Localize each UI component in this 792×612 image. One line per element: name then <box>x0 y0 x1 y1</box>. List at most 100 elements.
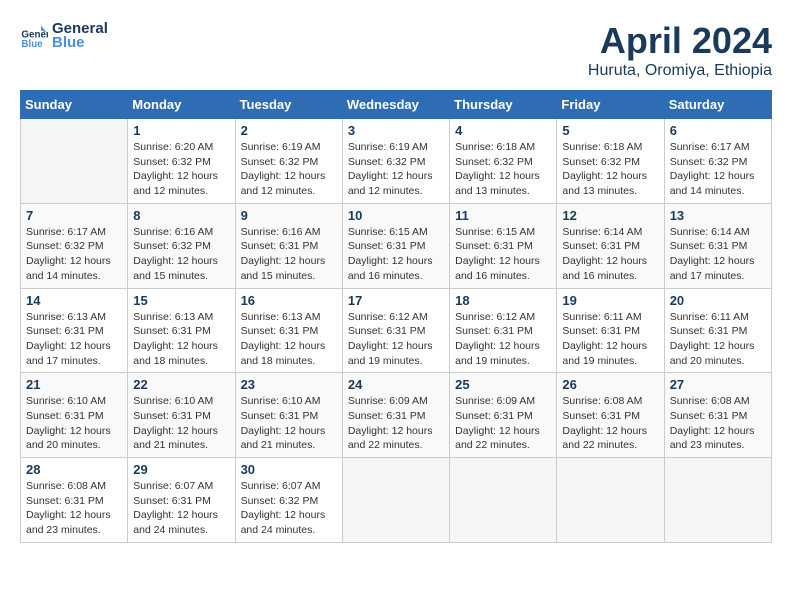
calendar-cell: 29 Sunrise: 6:07 AM Sunset: 6:31 PM Dayli… <box>128 458 235 543</box>
calendar-cell: 26 Sunrise: 6:08 AM Sunset: 6:31 PM Dayli… <box>557 373 664 458</box>
day-info: Sunrise: 6:17 AM Sunset: 6:32 PM Dayligh… <box>670 140 766 199</box>
calendar-cell <box>342 458 449 543</box>
day-number: 18 <box>455 293 551 308</box>
title-block: April 2024 Huruta, Oromiya, Ethiopia <box>588 20 772 80</box>
calendar-cell: 16 Sunrise: 6:13 AM Sunset: 6:31 PM Dayli… <box>235 288 342 373</box>
calendar-cell: 9Sunrise: 6:16 AM Sunset: 6:31 PM Daylig… <box>235 203 342 288</box>
day-info: Sunrise: 6:13 AM Sunset: 6:31 PM Dayligh… <box>26 310 122 369</box>
day-info: Sunrise: 6:13 AM Sunset: 6:31 PM Dayligh… <box>241 310 337 369</box>
calendar-cell: 17 Sunrise: 6:12 AM Sunset: 6:31 PM Dayli… <box>342 288 449 373</box>
day-number: 17 <box>348 293 444 308</box>
calendar-cell: 19 Sunrise: 6:11 AM Sunset: 6:31 PM Dayli… <box>557 288 664 373</box>
calendar-cell <box>664 458 771 543</box>
day-info: Sunrise: 6:10 AM Sunset: 6:31 PM Dayligh… <box>241 394 337 453</box>
day-info: Sunrise: 6:18 AM Sunset: 6:32 PM Dayligh… <box>455 140 551 199</box>
day-info: Sunrise: 6:14 AM Sunset: 6:31 PM Dayligh… <box>562 225 658 284</box>
logo-icon: General Blue <box>20 22 48 50</box>
day-number: 5 <box>562 123 658 138</box>
day-number: 1 <box>133 123 229 138</box>
calendar-week-3: 14 Sunrise: 6:13 AM Sunset: 6:31 PM Dayli… <box>21 288 772 373</box>
calendar-cell: 23 Sunrise: 6:10 AM Sunset: 6:31 PM Dayli… <box>235 373 342 458</box>
calendar-cell: 7Sunrise: 6:17 AM Sunset: 6:32 PM Daylig… <box>21 203 128 288</box>
day-info: Sunrise: 6:20 AM Sunset: 6:32 PM Dayligh… <box>133 140 229 199</box>
day-info: Sunrise: 6:07 AM Sunset: 6:31 PM Dayligh… <box>133 479 229 538</box>
day-number: 20 <box>670 293 766 308</box>
day-info: Sunrise: 6:19 AM Sunset: 6:32 PM Dayligh… <box>348 140 444 199</box>
calendar-cell: 2Sunrise: 6:19 AM Sunset: 6:32 PM Daylig… <box>235 119 342 204</box>
day-number: 14 <box>26 293 122 308</box>
day-number: 25 <box>455 377 551 392</box>
calendar-cell: 22Sunrise: 6:10 AM Sunset: 6:31 PM Dayli… <box>128 373 235 458</box>
day-number: 27 <box>670 377 766 392</box>
calendar-week-1: 1 Sunrise: 6:20 AM Sunset: 6:32 PM Daylig… <box>21 119 772 204</box>
day-number: 13 <box>670 208 766 223</box>
day-info: Sunrise: 6:15 AM Sunset: 6:31 PM Dayligh… <box>348 225 444 284</box>
calendar-cell: 1 Sunrise: 6:20 AM Sunset: 6:32 PM Daylig… <box>128 119 235 204</box>
day-number: 23 <box>241 377 337 392</box>
calendar-cell: 21 Sunrise: 6:10 AM Sunset: 6:31 PM Dayli… <box>21 373 128 458</box>
calendar-cell: 3 Sunrise: 6:19 AM Sunset: 6:32 PM Daylig… <box>342 119 449 204</box>
day-info: Sunrise: 6:09 AM Sunset: 6:31 PM Dayligh… <box>455 394 551 453</box>
weekday-header-thursday: Thursday <box>450 91 557 119</box>
day-info: Sunrise: 6:13 AM Sunset: 6:31 PM Dayligh… <box>133 310 229 369</box>
calendar-cell: 28 Sunrise: 6:08 AM Sunset: 6:31 PM Dayli… <box>21 458 128 543</box>
day-number: 21 <box>26 377 122 392</box>
day-info: Sunrise: 6:11 AM Sunset: 6:31 PM Dayligh… <box>670 310 766 369</box>
day-info: Sunrise: 6:12 AM Sunset: 6:31 PM Dayligh… <box>455 310 551 369</box>
day-number: 8 <box>133 208 229 223</box>
calendar-cell: 5 Sunrise: 6:18 AM Sunset: 6:32 PM Daylig… <box>557 119 664 204</box>
weekday-header-sunday: Sunday <box>21 91 128 119</box>
calendar-cell: 4Sunrise: 6:18 AM Sunset: 6:32 PM Daylig… <box>450 119 557 204</box>
calendar-cell: 12 Sunrise: 6:14 AM Sunset: 6:31 PM Dayli… <box>557 203 664 288</box>
day-info: Sunrise: 6:07 AM Sunset: 6:32 PM Dayligh… <box>241 479 337 538</box>
day-info: Sunrise: 6:18 AM Sunset: 6:32 PM Dayligh… <box>562 140 658 199</box>
day-info: Sunrise: 6:09 AM Sunset: 6:31 PM Dayligh… <box>348 394 444 453</box>
calendar-week-2: 7Sunrise: 6:17 AM Sunset: 6:32 PM Daylig… <box>21 203 772 288</box>
day-number: 10 <box>348 208 444 223</box>
weekday-header-friday: Friday <box>557 91 664 119</box>
calendar-cell: 14 Sunrise: 6:13 AM Sunset: 6:31 PM Dayli… <box>21 288 128 373</box>
day-info: Sunrise: 6:11 AM Sunset: 6:31 PM Dayligh… <box>562 310 658 369</box>
calendar-cell: 18 Sunrise: 6:12 AM Sunset: 6:31 PM Dayli… <box>450 288 557 373</box>
calendar-cell: 24 Sunrise: 6:09 AM Sunset: 6:31 PM Dayli… <box>342 373 449 458</box>
day-number: 6 <box>670 123 766 138</box>
day-number: 11 <box>455 208 551 223</box>
weekday-header-monday: Monday <box>128 91 235 119</box>
day-number: 28 <box>26 462 122 477</box>
location: Huruta, Oromiya, Ethiopia <box>588 62 772 80</box>
calendar-table: SundayMondayTuesdayWednesdayThursdayFrid… <box>20 90 772 543</box>
calendar-week-5: 28 Sunrise: 6:08 AM Sunset: 6:31 PM Dayli… <box>21 458 772 543</box>
month-title: April 2024 <box>588 20 772 62</box>
day-info: Sunrise: 6:10 AM Sunset: 6:31 PM Dayligh… <box>26 394 122 453</box>
day-number: 26 <box>562 377 658 392</box>
calendar-cell <box>21 119 128 204</box>
day-number: 30 <box>241 462 337 477</box>
logo: General Blue General Blue <box>20 20 108 51</box>
calendar-cell <box>557 458 664 543</box>
day-info: Sunrise: 6:12 AM Sunset: 6:31 PM Dayligh… <box>348 310 444 369</box>
day-number: 24 <box>348 377 444 392</box>
day-info: Sunrise: 6:08 AM Sunset: 6:31 PM Dayligh… <box>562 394 658 453</box>
weekday-header-saturday: Saturday <box>664 91 771 119</box>
day-info: Sunrise: 6:08 AM Sunset: 6:31 PM Dayligh… <box>26 479 122 538</box>
calendar-body: 1 Sunrise: 6:20 AM Sunset: 6:32 PM Daylig… <box>21 119 772 543</box>
day-number: 12 <box>562 208 658 223</box>
day-number: 16 <box>241 293 337 308</box>
day-info: Sunrise: 6:14 AM Sunset: 6:31 PM Dayligh… <box>670 225 766 284</box>
weekday-header-wednesday: Wednesday <box>342 91 449 119</box>
day-number: 3 <box>348 123 444 138</box>
day-info: Sunrise: 6:19 AM Sunset: 6:32 PM Dayligh… <box>241 140 337 199</box>
calendar-cell: 11 Sunrise: 6:15 AM Sunset: 6:31 PM Dayli… <box>450 203 557 288</box>
calendar-cell: 27Sunrise: 6:08 AM Sunset: 6:31 PM Dayli… <box>664 373 771 458</box>
calendar-cell: 13 Sunrise: 6:14 AM Sunset: 6:31 PM Dayli… <box>664 203 771 288</box>
calendar-cell: 20 Sunrise: 6:11 AM Sunset: 6:31 PM Dayli… <box>664 288 771 373</box>
day-info: Sunrise: 6:16 AM Sunset: 6:31 PM Dayligh… <box>241 225 337 284</box>
calendar-week-4: 21 Sunrise: 6:10 AM Sunset: 6:31 PM Dayli… <box>21 373 772 458</box>
weekday-header-tuesday: Tuesday <box>235 91 342 119</box>
day-info: Sunrise: 6:15 AM Sunset: 6:31 PM Dayligh… <box>455 225 551 284</box>
day-number: 29 <box>133 462 229 477</box>
day-number: 19 <box>562 293 658 308</box>
weekday-row: SundayMondayTuesdayWednesdayThursdayFrid… <box>21 91 772 119</box>
calendar-cell: 8Sunrise: 6:16 AM Sunset: 6:32 PM Daylig… <box>128 203 235 288</box>
calendar-cell: 15Sunrise: 6:13 AM Sunset: 6:31 PM Dayli… <box>128 288 235 373</box>
